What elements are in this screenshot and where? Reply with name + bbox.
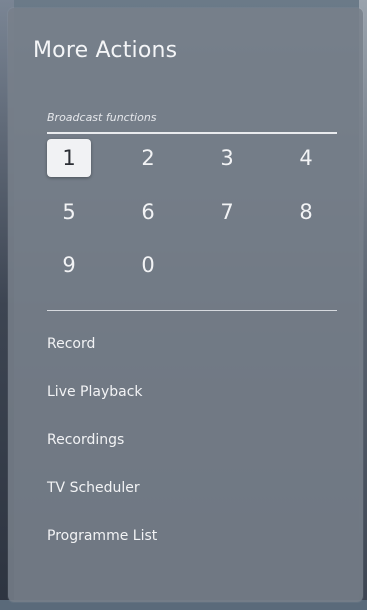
- number-key-1[interactable]: 1: [47, 139, 91, 177]
- panel-title: More Actions: [33, 38, 178, 63]
- number-key-9[interactable]: 9: [47, 246, 91, 284]
- more-actions-panel: More Actions Broadcast functions 1 2 3 4…: [8, 8, 363, 602]
- menu-item-tv-scheduler[interactable]: TV Scheduler: [47, 480, 140, 496]
- number-key-4[interactable]: 4: [284, 139, 328, 177]
- number-key-0[interactable]: 0: [126, 246, 170, 284]
- menu-item-live-playback[interactable]: Live Playback: [47, 384, 143, 400]
- menu-divider: [47, 310, 337, 311]
- number-key-6[interactable]: 6: [126, 193, 170, 231]
- menu-item-programme-list[interactable]: Programme List: [47, 528, 157, 544]
- menu-item-record[interactable]: Record: [47, 336, 95, 352]
- number-key-8[interactable]: 8: [284, 193, 328, 231]
- number-key-2[interactable]: 2: [126, 139, 170, 177]
- menu-item-recordings[interactable]: Recordings: [47, 432, 124, 448]
- number-key-7[interactable]: 7: [205, 193, 249, 231]
- number-key-5[interactable]: 5: [47, 193, 91, 231]
- section-label-broadcast: Broadcast functions: [47, 111, 157, 124]
- number-key-3[interactable]: 3: [205, 139, 249, 177]
- section-divider: [47, 132, 337, 134]
